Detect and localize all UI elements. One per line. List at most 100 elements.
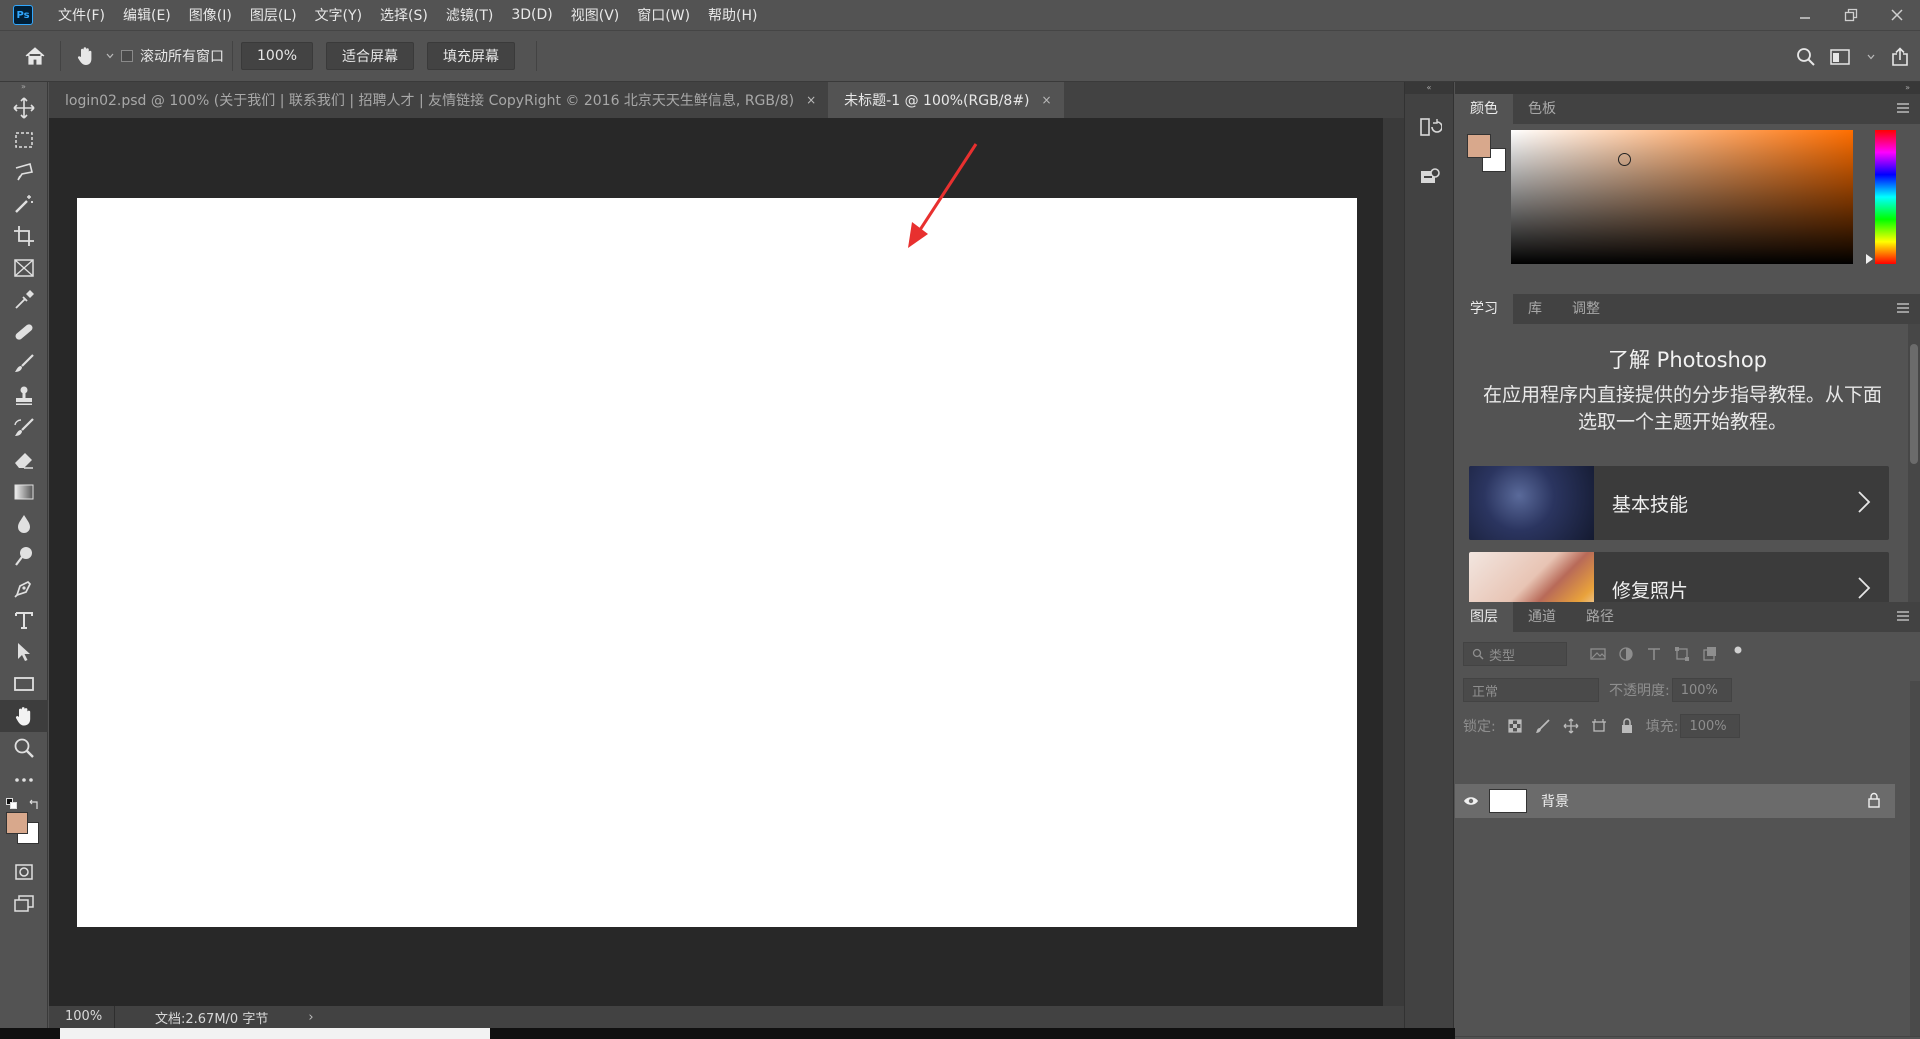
rectangle-tool[interactable] xyxy=(0,668,48,700)
canvas-vertical-scrollbar[interactable] xyxy=(1383,118,1404,1006)
image-filter-icon[interactable] xyxy=(1589,645,1607,663)
blend-mode-dropdown[interactable]: 正常 xyxy=(1463,678,1599,702)
marquee-tool[interactable] xyxy=(0,124,48,156)
close-window-button[interactable] xyxy=(1874,0,1920,30)
layer-row-background[interactable]: 背景 xyxy=(1455,784,1895,818)
swap-colors-icon[interactable] xyxy=(28,798,40,810)
dodge-tool[interactable] xyxy=(0,540,48,572)
path-selection-tool[interactable] xyxy=(0,636,48,668)
shape-filter-icon[interactable] xyxy=(1673,645,1691,663)
hue-slider-marker[interactable] xyxy=(1866,254,1873,264)
collapse-toggle[interactable]: « xyxy=(1405,82,1453,94)
menu-layer[interactable]: 图层(L) xyxy=(250,3,297,27)
tab-learn[interactable]: 学习 xyxy=(1455,294,1513,324)
learn-scrollbar[interactable] xyxy=(1908,324,1920,602)
chevron-down-icon[interactable] xyxy=(105,51,115,61)
layer-filter-dropdown[interactable]: 类型 xyxy=(1463,642,1567,666)
type-filter-icon[interactable] xyxy=(1645,645,1663,663)
foreground-color-swatch[interactable] xyxy=(1467,134,1491,158)
collapse-toggle[interactable]: » xyxy=(0,82,47,92)
close-tab-icon[interactable]: × xyxy=(806,93,816,107)
lock-transparency-icon[interactable] xyxy=(1506,717,1524,735)
lock-pixels-icon[interactable] xyxy=(1534,717,1552,735)
status-menu-arrow[interactable]: › xyxy=(308,1010,313,1025)
move-tool[interactable] xyxy=(0,92,48,124)
healing-brush-tool[interactable] xyxy=(0,316,48,348)
menu-image[interactable]: 图像(I) xyxy=(189,3,232,27)
opacity-input[interactable]: 100% xyxy=(1671,678,1732,702)
brush-tool[interactable] xyxy=(0,348,48,380)
tab-layers[interactable]: 图层 xyxy=(1455,602,1513,632)
status-zoom-field[interactable]: 100% xyxy=(49,1006,115,1028)
menu-select[interactable]: 选择(S) xyxy=(380,3,428,27)
color-picker-cursor[interactable] xyxy=(1618,153,1631,166)
hand-tool-preset[interactable] xyxy=(69,39,103,73)
workspace-icon[interactable] xyxy=(1830,48,1852,66)
checkbox-box[interactable] xyxy=(121,50,133,62)
screen-mode-toggle[interactable] xyxy=(0,888,48,920)
zoom-tool[interactable] xyxy=(0,732,48,764)
default-colors-icon[interactable] xyxy=(6,798,18,810)
tab-libraries[interactable]: 库 xyxy=(1513,294,1557,324)
quick-mask-toggle[interactable] xyxy=(0,856,48,888)
menu-window[interactable]: 窗口(W) xyxy=(637,3,690,27)
properties-panel-button[interactable] xyxy=(1405,152,1455,202)
more-tools[interactable] xyxy=(0,764,48,796)
eyedropper-tool[interactable] xyxy=(0,284,48,316)
hue-slider[interactable] xyxy=(1875,130,1896,264)
tab-channels[interactable]: 通道 xyxy=(1513,602,1571,632)
tab-paths[interactable]: 路径 xyxy=(1571,602,1629,632)
history-brush-tool[interactable] xyxy=(0,412,48,444)
panel-menu-icon[interactable] xyxy=(1896,610,1910,622)
history-panel-button[interactable] xyxy=(1405,102,1455,152)
hand-tool[interactable] xyxy=(0,700,48,732)
lock-all-icon[interactable] xyxy=(1618,717,1636,735)
collapse-toggle[interactable]: » xyxy=(1455,82,1920,94)
frame-tool[interactable] xyxy=(0,252,48,284)
zoom-100-button[interactable]: 100% xyxy=(241,42,314,70)
menu-view[interactable]: 视图(V) xyxy=(571,3,620,27)
menu-help[interactable]: 帮助(H) xyxy=(708,3,757,27)
layer-visibility-toggle[interactable] xyxy=(1455,795,1487,807)
document-canvas[interactable] xyxy=(77,198,1357,927)
blur-tool[interactable] xyxy=(0,508,48,540)
type-tool[interactable] xyxy=(0,604,48,636)
fill-screen-button[interactable]: 填充屏幕 xyxy=(427,42,516,70)
tab-color[interactable]: 颜色 xyxy=(1455,94,1513,124)
gradient-tool[interactable] xyxy=(0,476,48,508)
restore-button[interactable] xyxy=(1828,0,1874,30)
layers-scrollbar[interactable] xyxy=(1910,681,1920,1039)
lasso-tool[interactable] xyxy=(0,156,48,188)
close-tab-icon[interactable]: × xyxy=(1042,93,1052,107)
tab-swatches[interactable]: 色板 xyxy=(1513,94,1571,124)
menu-type[interactable]: 文字(Y) xyxy=(315,3,362,27)
home-button[interactable] xyxy=(18,39,52,73)
panel-menu-icon[interactable] xyxy=(1896,102,1910,114)
menu-3d[interactable]: 3D(D) xyxy=(511,5,552,25)
tab-login02[interactable]: login02.psd @ 100% (关于我们 | 联系我们 | 招聘人才 |… xyxy=(49,82,828,118)
learn-card-basic-skills[interactable]: 基本技能 xyxy=(1469,466,1889,540)
adjustment-filter-icon[interactable] xyxy=(1617,645,1635,663)
color-picker-field[interactable] xyxy=(1511,130,1853,264)
crop-tool[interactable] xyxy=(0,220,48,252)
filter-toggle-icon[interactable] xyxy=(1729,645,1747,663)
learn-card-fix-photos[interactable]: 修复照片 xyxy=(1469,552,1889,602)
search-icon[interactable] xyxy=(1796,47,1816,67)
magic-wand-tool[interactable] xyxy=(0,188,48,220)
smart-object-filter-icon[interactable] xyxy=(1701,645,1719,663)
tab-untitled-1[interactable]: 未标题-1 @ 100%(RGB/8#) × xyxy=(828,82,1064,118)
minimize-button[interactable] xyxy=(1782,0,1828,30)
lock-artboard-icon[interactable] xyxy=(1590,717,1608,735)
menu-edit[interactable]: 编辑(E) xyxy=(123,3,171,27)
panel-menu-icon[interactable] xyxy=(1896,302,1910,314)
lock-position-icon[interactable] xyxy=(1562,717,1580,735)
menu-filter[interactable]: 滤镜(T) xyxy=(446,3,493,27)
eraser-tool[interactable] xyxy=(0,444,48,476)
chevron-down-icon[interactable] xyxy=(1866,52,1876,62)
clone-stamp-tool[interactable] xyxy=(0,380,48,412)
foreground-color-swatch[interactable] xyxy=(6,812,28,834)
share-icon[interactable] xyxy=(1890,47,1910,67)
pen-tool[interactable] xyxy=(0,572,48,604)
fit-screen-button[interactable]: 适合屏幕 xyxy=(326,42,415,70)
fill-input[interactable]: 100% xyxy=(1680,714,1741,738)
